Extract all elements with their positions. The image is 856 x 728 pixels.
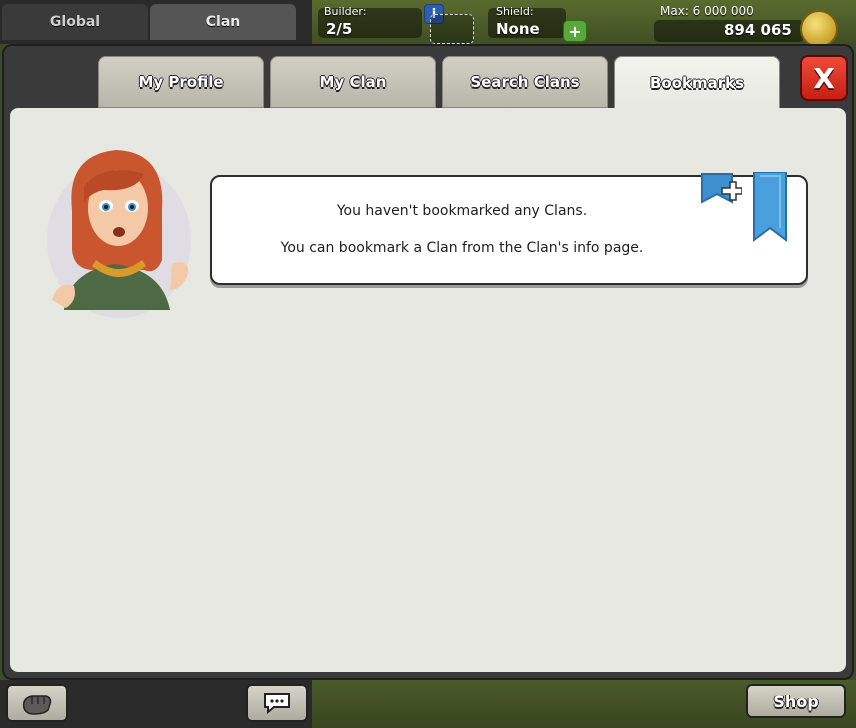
- empty-slot: [430, 14, 474, 44]
- close-button[interactable]: X: [800, 55, 848, 101]
- shop-button[interactable]: Shop: [746, 684, 846, 718]
- bookmark-ribbon-icon: [753, 172, 787, 242]
- builder-value: 2/5: [326, 20, 353, 38]
- add-bookmark-icon: [701, 173, 742, 204]
- tab-my-profile[interactable]: My Profile: [98, 56, 264, 108]
- villager-character-icon: [47, 150, 191, 318]
- empty-message-line2: You can bookmark a Clan from the Clan's …: [280, 240, 644, 256]
- tab-search-clans[interactable]: Search Clans: [442, 56, 608, 108]
- shield-value: None: [496, 20, 540, 38]
- chat-tab-clan[interactable]: Clan: [150, 4, 296, 40]
- attack-button[interactable]: [6, 684, 68, 722]
- tab-bookmarks[interactable]: Bookmarks: [614, 56, 780, 110]
- gold-value: 894 065: [724, 21, 792, 39]
- gold-max-label: Max: 6 000 000: [660, 4, 754, 18]
- chat-tab-global[interactable]: Global: [2, 4, 148, 40]
- gold-coin-icon: [800, 10, 838, 48]
- builder-label: Builder:: [324, 5, 367, 18]
- tab-my-clan[interactable]: My Clan: [270, 56, 436, 108]
- add-shield-button[interactable]: +: [563, 20, 587, 42]
- chat-tab-bar: Global Clan: [0, 0, 312, 44]
- chat-bubble-icon: [264, 693, 290, 715]
- chat-button[interactable]: [246, 684, 308, 722]
- shield-label: Shield:: [496, 5, 534, 18]
- empty-message-line1: You haven't bookmarked any Clans.: [336, 203, 588, 219]
- fist-icon: [22, 695, 52, 715]
